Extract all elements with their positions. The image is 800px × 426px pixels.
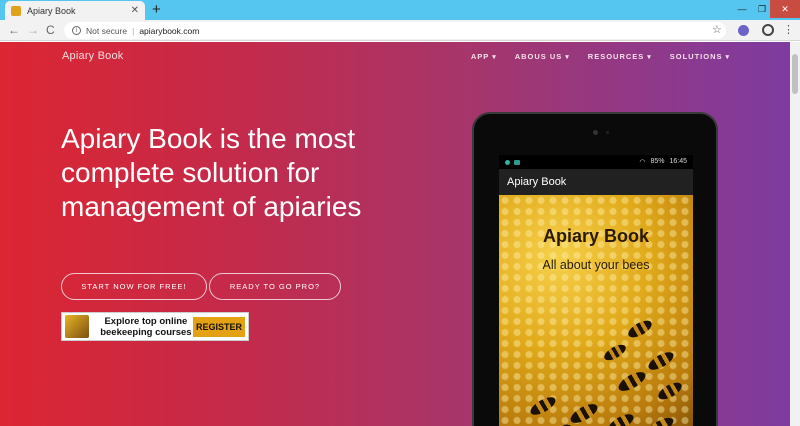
page-scrollbar[interactable] bbox=[790, 42, 800, 426]
restore-button[interactable]: ❐ bbox=[752, 0, 772, 18]
site-nav: APP ABOUS US RESOURCES SOLUTIONS bbox=[471, 52, 730, 61]
bee-icon bbox=[601, 341, 629, 364]
nav-item-resources[interactable]: RESOURCES bbox=[588, 52, 652, 61]
extension-icon[interactable] bbox=[738, 25, 749, 36]
nav-item-solutions[interactable]: SOLUTIONS bbox=[670, 52, 730, 61]
splash-subtitle: All about your bees bbox=[542, 258, 650, 272]
notification-icon bbox=[505, 159, 510, 165]
hero-line: management of apiaries bbox=[61, 191, 362, 222]
tab-title: Apiary Book bbox=[27, 5, 76, 16]
browser-tab-bar: Apiary Book ✕ + — ❐ ✕ bbox=[0, 0, 800, 20]
bee-icon bbox=[655, 379, 685, 403]
browser-tab[interactable]: Apiary Book ✕ bbox=[5, 1, 145, 20]
bee-icon bbox=[625, 317, 655, 341]
new-tab-button[interactable]: + bbox=[152, 1, 161, 19]
bee-photo-icon bbox=[65, 315, 89, 338]
info-icon[interactable]: i bbox=[72, 26, 81, 35]
app-splash: Apiary Book All about your bees bbox=[499, 195, 693, 426]
bee-icon bbox=[567, 400, 601, 426]
bee-icon bbox=[527, 393, 559, 419]
clock: 16:45 bbox=[669, 158, 687, 165]
notification-icon bbox=[514, 159, 520, 165]
page-hero: Apiary Book APP ABOUS US RESOURCES SOLUT… bbox=[0, 42, 790, 426]
battery-level: 85% bbox=[650, 158, 665, 165]
bookmark-star-icon[interactable]: ☆ bbox=[712, 23, 722, 36]
register-button[interactable]: REGISTER bbox=[192, 316, 245, 337]
security-label: Not secure bbox=[86, 25, 128, 36]
address-bar[interactable]: i Not secure | apiarybook.com bbox=[64, 22, 726, 39]
bee-icon bbox=[605, 410, 637, 426]
bee-icon bbox=[645, 348, 677, 374]
camera-icon bbox=[593, 130, 598, 135]
url-text: apiarybook.com bbox=[139, 25, 200, 36]
tab-close-icon[interactable]: ✕ bbox=[131, 5, 139, 16]
address-toolbar: ← → C i Not secure | apiarybook.com ☆ ⋮ bbox=[0, 20, 800, 41]
close-window-button[interactable]: ✕ bbox=[770, 0, 800, 18]
profile-icon[interactable] bbox=[762, 24, 774, 36]
tablet-screen: ◠ 85% 16:45 Apiary Book Apiary Book All … bbox=[499, 155, 693, 426]
ad-line: beekeeping courses bbox=[100, 326, 192, 338]
hero-line: Apiary Book is the most bbox=[61, 123, 356, 154]
ad-text: Explore top online beekeeping courses bbox=[99, 316, 193, 338]
reload-icon[interactable]: C bbox=[46, 23, 55, 37]
go-pro-button[interactable]: READY TO GO PRO? bbox=[209, 273, 341, 300]
chrome-menu-icon[interactable]: ⋮ bbox=[783, 23, 794, 36]
courses-ad-banner[interactable]: Explore top online beekeeping courses RE… bbox=[61, 312, 249, 341]
tablet-mockup: ◠ 85% 16:45 Apiary Book Apiary Book All … bbox=[472, 112, 718, 426]
splash-title: Apiary Book bbox=[542, 226, 650, 246]
favicon-icon bbox=[11, 5, 21, 16]
wifi-icon: ◠ bbox=[639, 159, 646, 166]
nav-item-app[interactable]: APP bbox=[471, 52, 497, 61]
scrollbar-thumb[interactable] bbox=[792, 54, 798, 94]
site-brand[interactable]: Apiary Book bbox=[62, 50, 124, 62]
start-free-button[interactable]: START NOW FOR FREE! bbox=[61, 273, 207, 300]
bee-icon bbox=[615, 368, 649, 395]
back-icon[interactable]: ← bbox=[8, 23, 20, 37]
nav-item-about-us[interactable]: ABOUS US bbox=[515, 52, 570, 61]
hero-heading: Apiary Book is the most complete solutio… bbox=[61, 122, 421, 224]
forward-icon[interactable]: → bbox=[27, 23, 39, 37]
sensor-icon bbox=[606, 131, 609, 134]
minimize-button[interactable]: — bbox=[732, 0, 752, 18]
hero-line: complete solution for bbox=[61, 157, 320, 188]
bee-icon bbox=[545, 421, 575, 426]
status-bar: ◠ 85% 16:45 bbox=[499, 155, 693, 169]
ad-line: Explore top online bbox=[104, 315, 188, 327]
bee-icon bbox=[644, 414, 676, 426]
app-bar-title: Apiary Book bbox=[499, 169, 693, 195]
